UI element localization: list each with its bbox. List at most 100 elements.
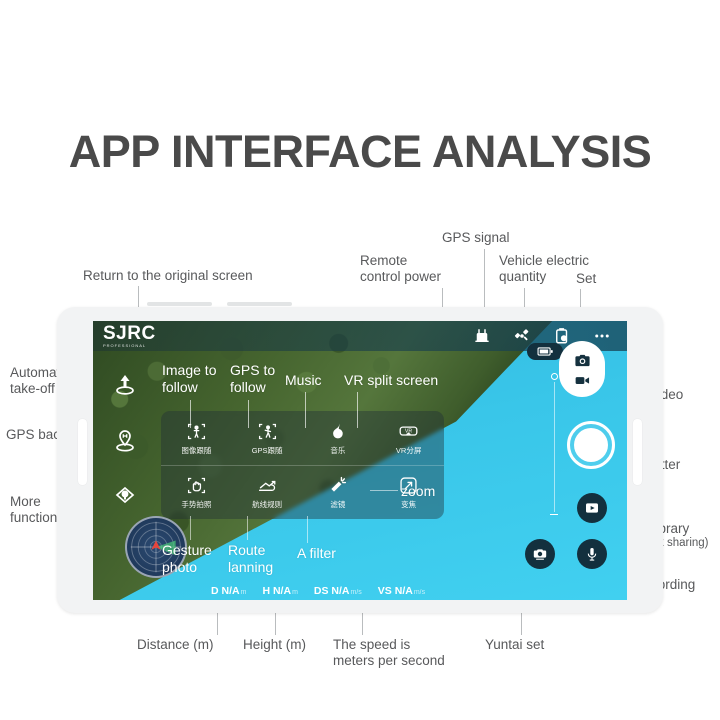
tablet-device: SJRC PROFESSIONAL 图像跟随 GPS跟随 音乐 VR VR分屏 …: [57, 302, 663, 613]
menu-label-vr-split: VR分屏: [395, 445, 422, 455]
satellite-icon[interactable]: [513, 327, 531, 345]
telemetry-ds-unit: m/s: [350, 589, 362, 596]
battery-indicator-badge: [527, 343, 563, 360]
callout-vr-split: VR split screen: [344, 372, 439, 388]
callout-image-follow: Image to follow: [162, 362, 217, 395]
telemetry-height: H N/Am: [262, 585, 297, 597]
menu-item-music[interactable]: 音乐: [303, 411, 374, 465]
leader-gesture-photo: [190, 516, 191, 540]
leader-speed: [362, 612, 363, 635]
menu-item-gesture-photo[interactable]: 手势拍照: [161, 466, 232, 519]
telemetry-height-key: H: [262, 585, 271, 597]
more-dots-icon[interactable]: [593, 327, 611, 345]
svg-text:VR: VR: [405, 428, 413, 434]
leader-distance: [217, 613, 218, 635]
callout-gps-signal: GPS signal: [442, 230, 510, 245]
tablet-speaker-right: [227, 302, 292, 306]
leader-gps-follow: [248, 400, 249, 428]
menu-label-route-plan: 航线规则: [252, 500, 283, 509]
callout-gesture-photo: Gesture photo: [162, 542, 212, 575]
callout-remote-power: Remote control power: [360, 253, 442, 284]
leader-height: [275, 613, 276, 635]
function-menu-panel: 图像跟随 GPS跟随 音乐 VR VR分屏 手势拍照 航线规则 滤镜 变焦: [161, 411, 444, 519]
more-functions-icon[interactable]: [113, 485, 137, 509]
callout-set: Set: [576, 271, 597, 286]
telemetry-distance-unit: m: [240, 589, 247, 596]
telemetry-bar: D N/Am H N/Am DS N/Am/s VS N/Am/s: [93, 582, 627, 600]
page-title: APP INTERFACE ANALYSIS: [68, 126, 652, 177]
gimbal-button[interactable]: [525, 539, 555, 569]
media-library-button[interactable]: [577, 493, 607, 523]
tablet-side-button-left[interactable]: [78, 419, 87, 485]
leader-yuntai-set: [521, 613, 522, 635]
left-control-group: [113, 373, 137, 509]
callout-distance: Distance (m): [137, 637, 214, 652]
menu-item-route-plan[interactable]: 航线规则: [232, 466, 303, 519]
takeoff-icon[interactable]: [113, 373, 137, 397]
shutter-button[interactable]: [567, 421, 615, 469]
callout-route-planning: Route lanning: [228, 542, 274, 575]
shutter-button-inner: [574, 428, 608, 462]
callout-gps-follow: GPS to follow: [230, 362, 276, 395]
telemetry-ds-key: DS: [313, 585, 329, 597]
tablet-speaker-left: [147, 302, 212, 306]
photo-video-toggle[interactable]: [559, 341, 605, 397]
telemetry-vs: VS N/Am/s: [378, 585, 425, 597]
vr-split-icon: VR: [398, 421, 419, 442]
menu-label-music: 音乐: [330, 445, 346, 455]
telemetry-vs-unit: m/s: [413, 589, 426, 596]
sjrc-logo-subtext: PROFESSIONAL: [103, 343, 147, 348]
callout-music: Music: [285, 372, 322, 388]
menu-row-1: 图像跟随 GPS跟随 音乐 VR VR分屏: [161, 411, 444, 465]
telemetry-distance: D N/Am: [211, 585, 246, 597]
zoom-slider-handle[interactable]: [550, 373, 558, 380]
callout-height: Height (m): [243, 637, 307, 652]
gps-follow-icon: [257, 421, 278, 442]
leader-image-follow: [190, 400, 191, 428]
leader-zoom: [370, 490, 398, 491]
zoom-slider-track: [553, 382, 555, 512]
record-button[interactable]: [577, 539, 607, 569]
callout-a-filter: A filter: [297, 545, 336, 561]
callout-zoom: zoom: [401, 483, 436, 499]
zoom-slider[interactable]: [549, 373, 559, 515]
menu-item-image-follow[interactable]: 图像跟随: [161, 411, 232, 465]
sjrc-logo: SJRC PROFESSIONAL: [103, 324, 156, 348]
telemetry-height-value: N/A: [272, 585, 292, 597]
leader-vr-split: [357, 392, 358, 428]
callout-return-original: Return to the original screen: [83, 268, 253, 283]
callout-yuntai-set: Yuntai set: [485, 637, 545, 652]
menu-label-image-follow: 图像跟随: [181, 445, 212, 455]
leader-route-planning: [247, 516, 248, 540]
zoom-slider-minus-icon[interactable]: [550, 514, 558, 515]
telemetry-distance-key: D: [211, 585, 219, 597]
telemetry-vs-key: VS: [377, 585, 392, 597]
telemetry-distance-value: N/A: [221, 585, 240, 597]
gesture-photo-icon: [186, 475, 207, 496]
menu-item-filter[interactable]: 滤镜: [303, 466, 374, 519]
telemetry-ds: DS N/Am/s: [314, 585, 362, 597]
route-plan-icon: [257, 475, 278, 496]
camera-icon: [574, 352, 591, 369]
remote-control-icon[interactable]: [473, 327, 491, 345]
telemetry-ds-value: N/A: [331, 585, 350, 597]
menu-label-gps-follow: GPS跟随: [251, 445, 283, 455]
video-camera-icon: [575, 375, 590, 386]
filter-icon: [327, 475, 348, 496]
menu-item-vr-split[interactable]: VR VR分屏: [373, 411, 444, 465]
callout-more-functions: More functions: [10, 494, 65, 525]
telemetry-vs-value: N/A: [394, 585, 413, 597]
gps-return-icon[interactable]: [113, 429, 137, 453]
menu-label-gesture-photo: 手势拍照: [181, 500, 212, 509]
telemetry-height-unit: m: [292, 589, 298, 596]
callout-speed: The speed is meters per second: [333, 637, 445, 668]
menu-label-filter: 滤镜: [330, 500, 346, 509]
menu-item-gps-follow[interactable]: GPS跟随: [232, 411, 303, 465]
menu-label-zoom: 变焦: [401, 500, 417, 509]
music-icon: [327, 421, 348, 442]
leader-a-filter: [307, 516, 308, 543]
leader-music: [305, 392, 306, 428]
sjrc-logo-text: SJRC: [103, 323, 156, 344]
infographic-root: APP INTERFACE ANALYSIS Return to the ori…: [0, 0, 720, 720]
tablet-side-button-right[interactable]: [633, 419, 642, 485]
